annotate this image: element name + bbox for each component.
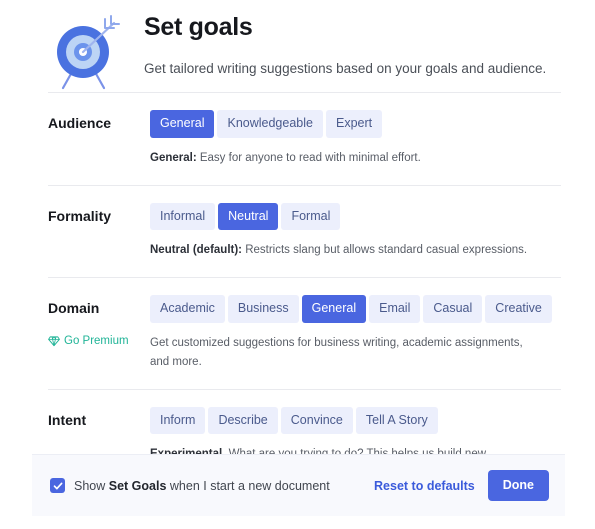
- description-bold: General:: [150, 151, 197, 164]
- option-pill-email[interactable]: Email: [369, 295, 421, 323]
- checkbox-label-bold: Set Goals: [108, 478, 167, 493]
- show-set-goals-checkbox[interactable]: [50, 478, 65, 493]
- option-pill-creative[interactable]: Creative: [485, 295, 552, 323]
- setting-row-formality: Formality Informal Neutral Formal Neutral (d…: [0, 186, 595, 278]
- checkmark-icon: [53, 482, 62, 489]
- show-set-goals-option[interactable]: Show Set Goals when I start a new docume…: [50, 478, 330, 494]
- setting-row-label: Domain: [48, 300, 100, 316]
- go-premium-link[interactable]: Go Premium: [48, 335, 129, 347]
- setting-row-description: General: Easy for anyone to read with mi…: [48, 138, 561, 185]
- setting-row-description: Go Premium Get customized suggestions for…: [48, 323, 561, 389]
- setting-row-audience: Audience General Knowledgeable Expert Genera…: [0, 93, 595, 185]
- setting-row-domain: Domain Academic Business General Email Casual…: [0, 278, 595, 389]
- option-pill-inform[interactable]: Inform: [150, 406, 206, 434]
- description-rest: Easy for anyone to read with minimal eff…: [196, 151, 421, 164]
- description-bold: Neutral (default):: [150, 244, 242, 256]
- option-pill-casual[interactable]: Casual: [423, 295, 483, 323]
- show-set-goals-label[interactable]: Show Set Goals when I start a new docume…: [74, 478, 330, 494]
- option-pill-tell-a-story[interactable]: Tell A Story: [355, 406, 438, 434]
- reset-to-defaults-link[interactable]: Reset to defaults: [374, 479, 475, 493]
- go-premium-label: Go Premium: [64, 334, 129, 347]
- dialog-footer: Show Set Goals when I start a new docume…: [32, 454, 565, 516]
- set-goals-dialog: Set goals Get tailored writing suggestio…: [0, 0, 595, 529]
- option-pill-group: Informal Neutral Formal: [143, 202, 561, 230]
- setting-row-description: Neutral (default): Restricts slang but a…: [48, 230, 561, 277]
- option-pill-academic[interactable]: Academic: [150, 295, 225, 323]
- page-subtitle: Get tailored writing suggestions based o…: [144, 61, 547, 76]
- setting-row-label: Formality: [48, 207, 112, 224]
- setting-description-text: General: Easy for anyone to read with mi…: [143, 149, 543, 168]
- setting-row-header: Formality Informal Neutral Formal: [48, 186, 561, 230]
- setting-row-gutter: [48, 445, 143, 446]
- option-pill-group: General Knowledgeable Expert: [143, 110, 561, 138]
- option-pill-expert[interactable]: Expert: [325, 110, 383, 138]
- header-text-block: Set goals Get tailored writing suggestio…: [122, 8, 561, 78]
- description-rest: Restricts slang but allows standard casu…: [242, 244, 528, 256]
- option-pill-knowledgeable[interactable]: Knowledgeable: [217, 110, 323, 138]
- gem-icon: [48, 335, 60, 346]
- option-pill-convince[interactable]: Convince: [280, 406, 353, 434]
- setting-row-header: Audience General Knowledgeable Expert: [48, 93, 561, 138]
- description-rest: Get customized suggestions for business …: [150, 336, 523, 368]
- target-with-arrow-icon: [50, 14, 122, 92]
- option-pill-group: Academic Business General Email Casual Creati…: [143, 295, 561, 323]
- option-pill-business[interactable]: Business: [227, 295, 299, 323]
- option-pill-describe[interactable]: Describe: [208, 406, 278, 434]
- setting-row-label: Intent: [48, 411, 87, 428]
- option-pill-general[interactable]: General: [150, 110, 215, 138]
- option-pill-neutral[interactable]: Neutral: [218, 202, 279, 230]
- setting-row-gutter: Go Premium: [48, 334, 143, 347]
- dialog-header: Set goals Get tailored writing suggestio…: [0, 0, 595, 92]
- setting-row-header: Intent Inform Describe Convince Tell A Story: [48, 390, 561, 434]
- checkbox-label-pre: Show: [74, 478, 109, 493]
- setting-description-text: Get customized suggestions for business …: [143, 334, 543, 372]
- footer-actions: Reset to defaults Done: [374, 470, 549, 501]
- setting-row-label: Audience: [48, 115, 112, 131]
- option-pill-general[interactable]: General: [301, 295, 367, 323]
- option-pill-group: Inform Describe Convince Tell A Story: [143, 406, 561, 434]
- done-button[interactable]: Done: [487, 470, 549, 501]
- option-pill-formal[interactable]: Formal: [281, 202, 341, 230]
- option-pill-informal[interactable]: Informal: [150, 202, 216, 230]
- setting-row-gutter: [48, 241, 143, 242]
- setting-row-header: Domain Academic Business General Email Casual…: [48, 278, 561, 323]
- page-title: Set goals: [144, 13, 253, 41]
- settings-sections: Audience General Knowledgeable Expert Genera…: [0, 93, 595, 501]
- setting-row-gutter: [48, 149, 143, 150]
- setting-description-text: Neutral (default): Restricts slang but a…: [143, 241, 543, 260]
- checkbox-label-post: when I start a new document: [166, 478, 330, 493]
